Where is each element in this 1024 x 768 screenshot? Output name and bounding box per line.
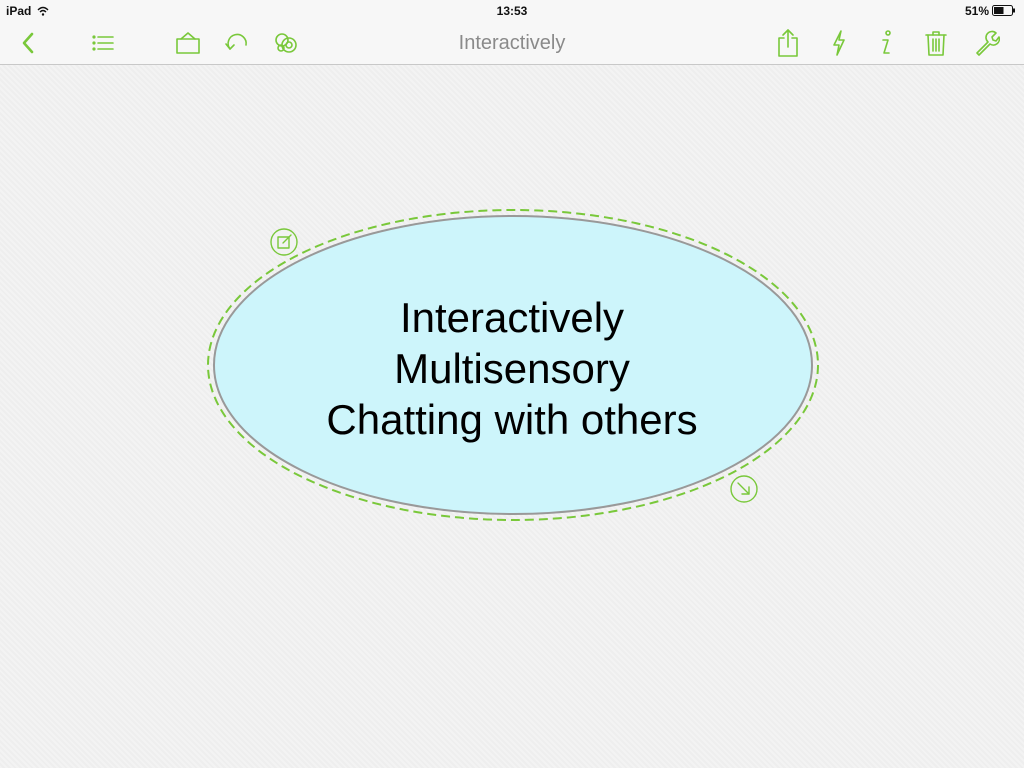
- settings-button[interactable]: [967, 22, 1007, 64]
- share-button[interactable]: [768, 22, 808, 64]
- node-text-line: Interactively: [399, 294, 625, 341]
- share-icon: [778, 29, 798, 57]
- info-button[interactable]: [866, 22, 906, 64]
- wrench-icon: [976, 30, 1000, 56]
- edit-icon: [270, 228, 298, 256]
- delete-button[interactable]: [916, 22, 956, 64]
- edit-handle[interactable]: [270, 228, 298, 256]
- lightning-icon: [833, 30, 845, 56]
- trash-icon: [925, 31, 947, 56]
- node-text-line: Chatting with others: [326, 396, 698, 443]
- status-bar: iPad 13:53 51%: [0, 0, 1024, 22]
- battery-icon: [992, 5, 1016, 19]
- battery-percent: 51%: [964, 4, 989, 18]
- info-icon: [882, 30, 891, 54]
- node-text-line: Multisensory: [394, 345, 630, 392]
- status-time: 13:53: [496, 4, 528, 18]
- resize-handle[interactable]: [730, 475, 758, 503]
- mindmap-canvas[interactable]: Interactively Multisensory Chatting with…: [0, 65, 1024, 768]
- toolbar: Interactively: [0, 22, 1024, 65]
- quick-action-button[interactable]: [819, 22, 859, 64]
- resize-arrow-icon: [730, 475, 758, 503]
- node-text[interactable]: Interactively Multisensory Chatting with…: [262, 292, 762, 445]
